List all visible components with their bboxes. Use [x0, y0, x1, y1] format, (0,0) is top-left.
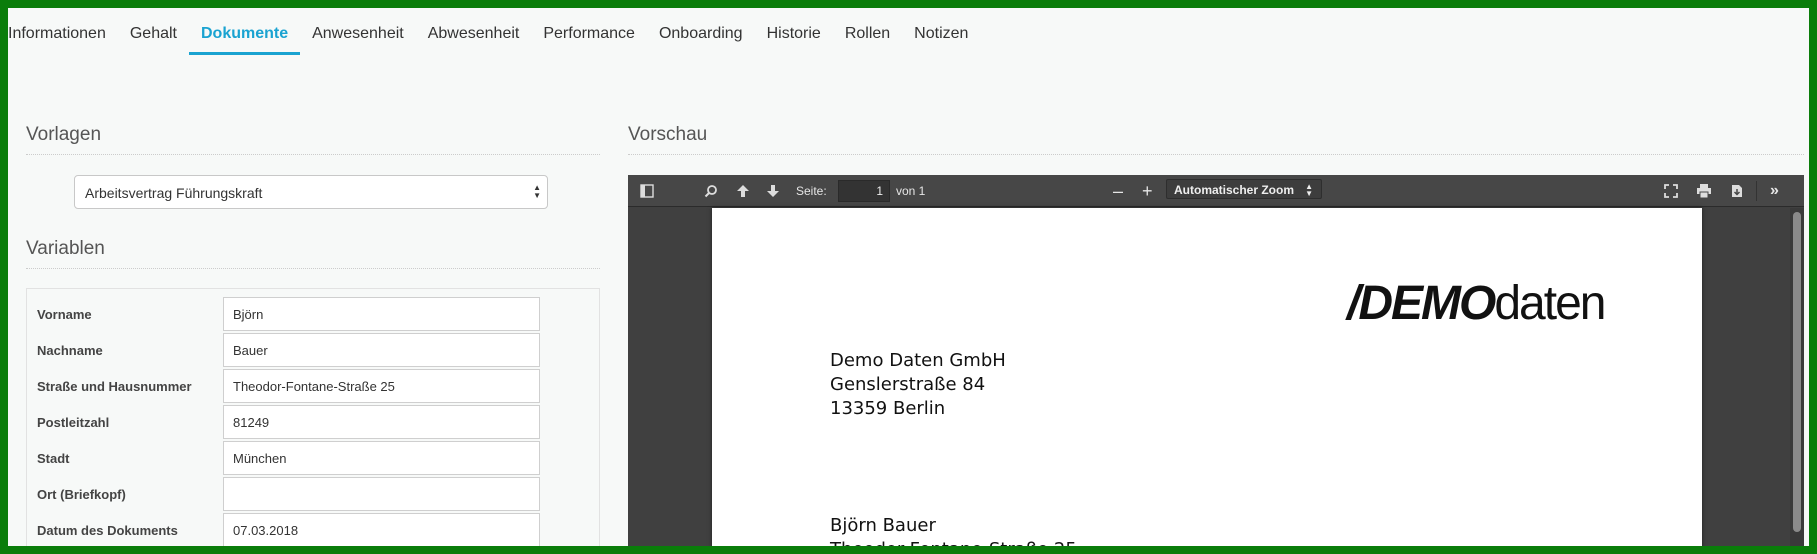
scrollbar-thumb[interactable]	[1793, 212, 1801, 532]
pdf-viewer: Seite: von 1 – + Automatischer Zoom ▲▼ »…	[628, 175, 1804, 546]
form-row: Ort (Briefkopf)	[27, 477, 599, 513]
variables-form: Vorname Nachname Straße und Hausnummer P…	[26, 288, 600, 546]
tab-informationen[interactable]: Informationen	[8, 8, 118, 55]
field-label: Datum des Dokuments	[37, 523, 178, 538]
print-icon[interactable]	[1696, 175, 1712, 207]
tab-rollen[interactable]: Rollen	[833, 8, 902, 55]
tab-gehalt[interactable]: Gehalt	[118, 8, 189, 55]
field-label: Postleitzahl	[37, 415, 110, 430]
vorschau-heading: Vorschau	[628, 124, 1804, 155]
pdf-scrollbar[interactable]	[1790, 208, 1804, 546]
variablen-heading: Variablen	[26, 238, 600, 269]
nachname-input[interactable]	[223, 333, 540, 367]
app-frame: Informationen Gehalt Dokumente Anwesenhe…	[8, 8, 1809, 546]
pdf-toolbar: Seite: von 1 – + Automatischer Zoom ▲▼ »	[628, 175, 1804, 207]
select-arrows-icon: ▲ ▼	[533, 183, 541, 200]
vorname-input[interactable]	[223, 297, 540, 331]
previous-page-icon[interactable]	[736, 175, 750, 207]
page-count: von 1	[896, 184, 926, 198]
field-label: Nachname	[37, 343, 103, 358]
page-number-input[interactable]	[838, 180, 890, 202]
form-row: Datum des Dokuments	[27, 513, 599, 546]
pdf-page: /DEMOdaten Demo Daten GmbH Genslerstraße…	[712, 208, 1702, 546]
template-select-value: Arbeitsvertrag Führungskraft	[85, 185, 263, 201]
tab-notizen[interactable]: Notizen	[902, 8, 980, 55]
zoom-select[interactable]: Automatischer Zoom ▲ ▼	[1166, 179, 1322, 199]
sidebar-toggle-icon[interactable]	[640, 175, 654, 207]
search-icon[interactable]	[704, 175, 718, 207]
page-label: Seite:	[796, 184, 827, 198]
tab-dokumente[interactable]: Dokumente	[188, 8, 301, 55]
tab-onboarding[interactable]: Onboarding	[647, 8, 755, 55]
toolbar-separator	[1756, 181, 1757, 201]
form-row: Postleitzahl	[27, 405, 599, 441]
download-icon[interactable]	[1730, 175, 1744, 207]
next-page-icon[interactable]	[766, 175, 780, 207]
recipient-address: Björn Bauer Theodor-Fontane-Straße 25	[830, 515, 1077, 546]
form-row: Vorname	[27, 297, 599, 333]
tab-anwesenheit[interactable]: Anwesenheit	[300, 8, 416, 55]
demodaten-logo: /DEMOdaten	[1347, 277, 1606, 330]
datum-input[interactable]	[223, 513, 540, 546]
stadt-input[interactable]	[223, 441, 540, 475]
form-row: Straße und Hausnummer	[27, 369, 599, 405]
postleitzahl-input[interactable]	[223, 405, 540, 439]
presentation-mode-icon[interactable]	[1664, 175, 1678, 207]
tab-historie[interactable]: Historie	[755, 8, 833, 55]
field-label: Vorname	[37, 307, 92, 322]
tab-performance[interactable]: Performance	[531, 8, 647, 55]
zoom-in-icon[interactable]: +	[1142, 175, 1153, 207]
strasse-input[interactable]	[223, 369, 540, 403]
form-row: Stadt	[27, 441, 599, 477]
zoom-arrows-icon: ▲ ▼	[1305, 182, 1313, 198]
form-row: Nachname	[27, 333, 599, 369]
tools-menu-icon[interactable]: »	[1770, 175, 1779, 207]
vorlagen-heading: Vorlagen	[26, 124, 600, 155]
field-label: Stadt	[37, 451, 70, 466]
template-select[interactable]: Arbeitsvertrag Führungskraft ▲ ▼	[74, 175, 548, 209]
sender-address: Demo Daten GmbH Genslerstraße 84 13359 B…	[830, 350, 1006, 419]
zoom-out-icon[interactable]: –	[1113, 175, 1123, 207]
field-label: Ort (Briefkopf)	[37, 487, 126, 502]
ort-input[interactable]	[223, 477, 540, 511]
tab-abwesenheit[interactable]: Abwesenheit	[416, 8, 532, 55]
zoom-value: Automatischer Zoom	[1174, 183, 1295, 197]
field-label: Straße und Hausnummer	[37, 379, 192, 394]
tab-bar: Informationen Gehalt Dokumente Anwesenhe…	[8, 8, 980, 64]
